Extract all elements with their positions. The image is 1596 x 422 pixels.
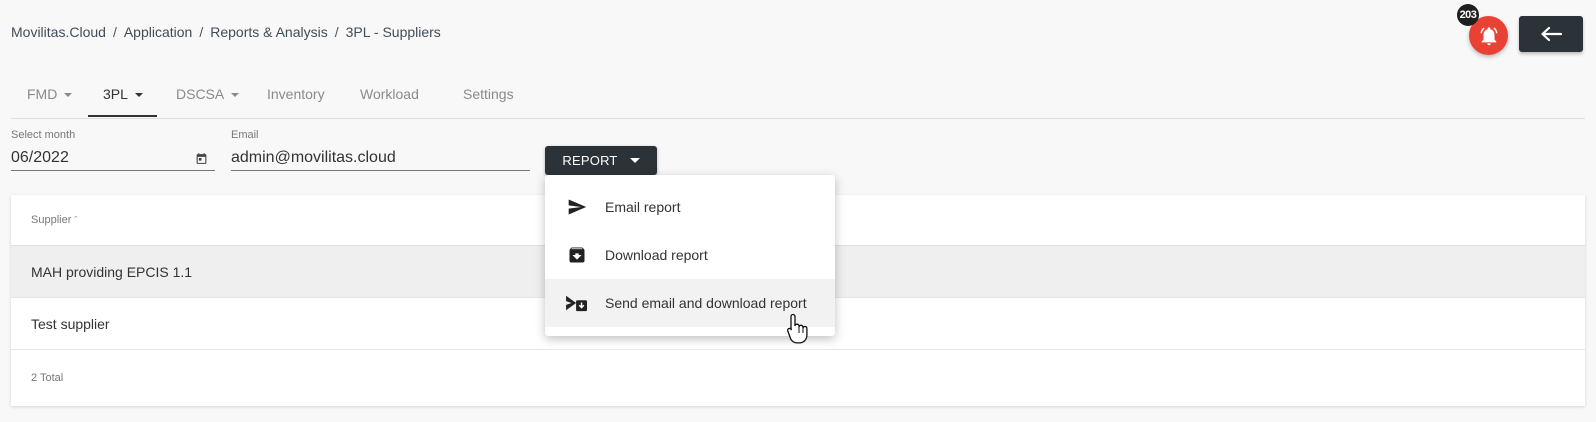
- email-value: admin@movilitas.cloud: [231, 148, 396, 166]
- breadcrumb-home[interactable]: Movilitas.Cloud: [11, 24, 106, 40]
- tab-settings[interactable]: Settings: [463, 76, 514, 117]
- breadcrumb-application[interactable]: Application: [124, 24, 193, 40]
- menu-item-label: Download report: [605, 247, 708, 263]
- hand-cursor-icon: [786, 313, 808, 344]
- send-download-icon: [562, 293, 592, 313]
- tab-3pl[interactable]: 3PL: [88, 76, 157, 117]
- email-input[interactable]: admin@movilitas.cloud: [231, 145, 530, 171]
- tab-label: Inventory: [267, 86, 325, 102]
- tab-label: Workload: [360, 86, 419, 102]
- column-header-supplier[interactable]: Supplier: [31, 214, 71, 226]
- table-footer: 2 Total: [11, 350, 1585, 406]
- notification-count-badge: 203: [1457, 4, 1479, 26]
- calendar-icon[interactable]: [195, 152, 208, 165]
- tab-inventory[interactable]: Inventory: [267, 76, 325, 117]
- month-field-label: Select month: [11, 129, 76, 141]
- report-tabs: FMD 3PL DSCSA Inventory Workload Setting…: [11, 76, 1585, 119]
- supplier-name: MAH providing EPCIS 1.1: [31, 263, 193, 280]
- arrow-left-icon: [1541, 26, 1562, 42]
- tab-label: 3PL: [103, 86, 128, 102]
- tab-label: DSCSA: [176, 86, 225, 102]
- month-picker[interactable]: 06/2022: [11, 145, 215, 171]
- caret-down-icon: [231, 93, 240, 97]
- caret-down-icon: [629, 158, 640, 163]
- caret-down-icon: [64, 93, 73, 97]
- breadcrumb-reports[interactable]: Reports & Analysis: [210, 24, 328, 40]
- caret-down-icon: [134, 93, 143, 97]
- report-button[interactable]: REPORT: [545, 146, 657, 175]
- total-count: 2 Total: [31, 372, 64, 384]
- supplier-name: Test supplier: [31, 315, 110, 332]
- bell-icon: [1479, 26, 1498, 45]
- tab-fmd[interactable]: FMD: [27, 76, 73, 117]
- tab-workload[interactable]: Workload: [360, 76, 419, 117]
- menu-item-email-report[interactable]: Email report: [545, 183, 835, 231]
- send-icon: [562, 197, 592, 217]
- tab-dscsa[interactable]: DSCSA: [176, 76, 240, 117]
- month-value: 06/2022: [11, 148, 69, 166]
- menu-item-download-report[interactable]: Download report: [545, 231, 835, 279]
- menu-item-label: Send email and download report: [605, 295, 807, 311]
- report-button-label: REPORT: [562, 153, 618, 168]
- breadcrumb: Movilitas.Cloud / Application / Reports & An…: [11, 24, 441, 40]
- archive-download-icon: [562, 245, 592, 265]
- tab-label: Settings: [463, 86, 514, 102]
- back-button[interactable]: [1519, 16, 1583, 52]
- menu-item-label: Email report: [605, 199, 681, 215]
- email-field-label: Email: [231, 129, 259, 141]
- sort-asc-icon[interactable]: ˆ: [74, 215, 77, 225]
- breadcrumb-current: 3PL - Suppliers: [345, 24, 441, 40]
- tab-label: FMD: [27, 86, 58, 102]
